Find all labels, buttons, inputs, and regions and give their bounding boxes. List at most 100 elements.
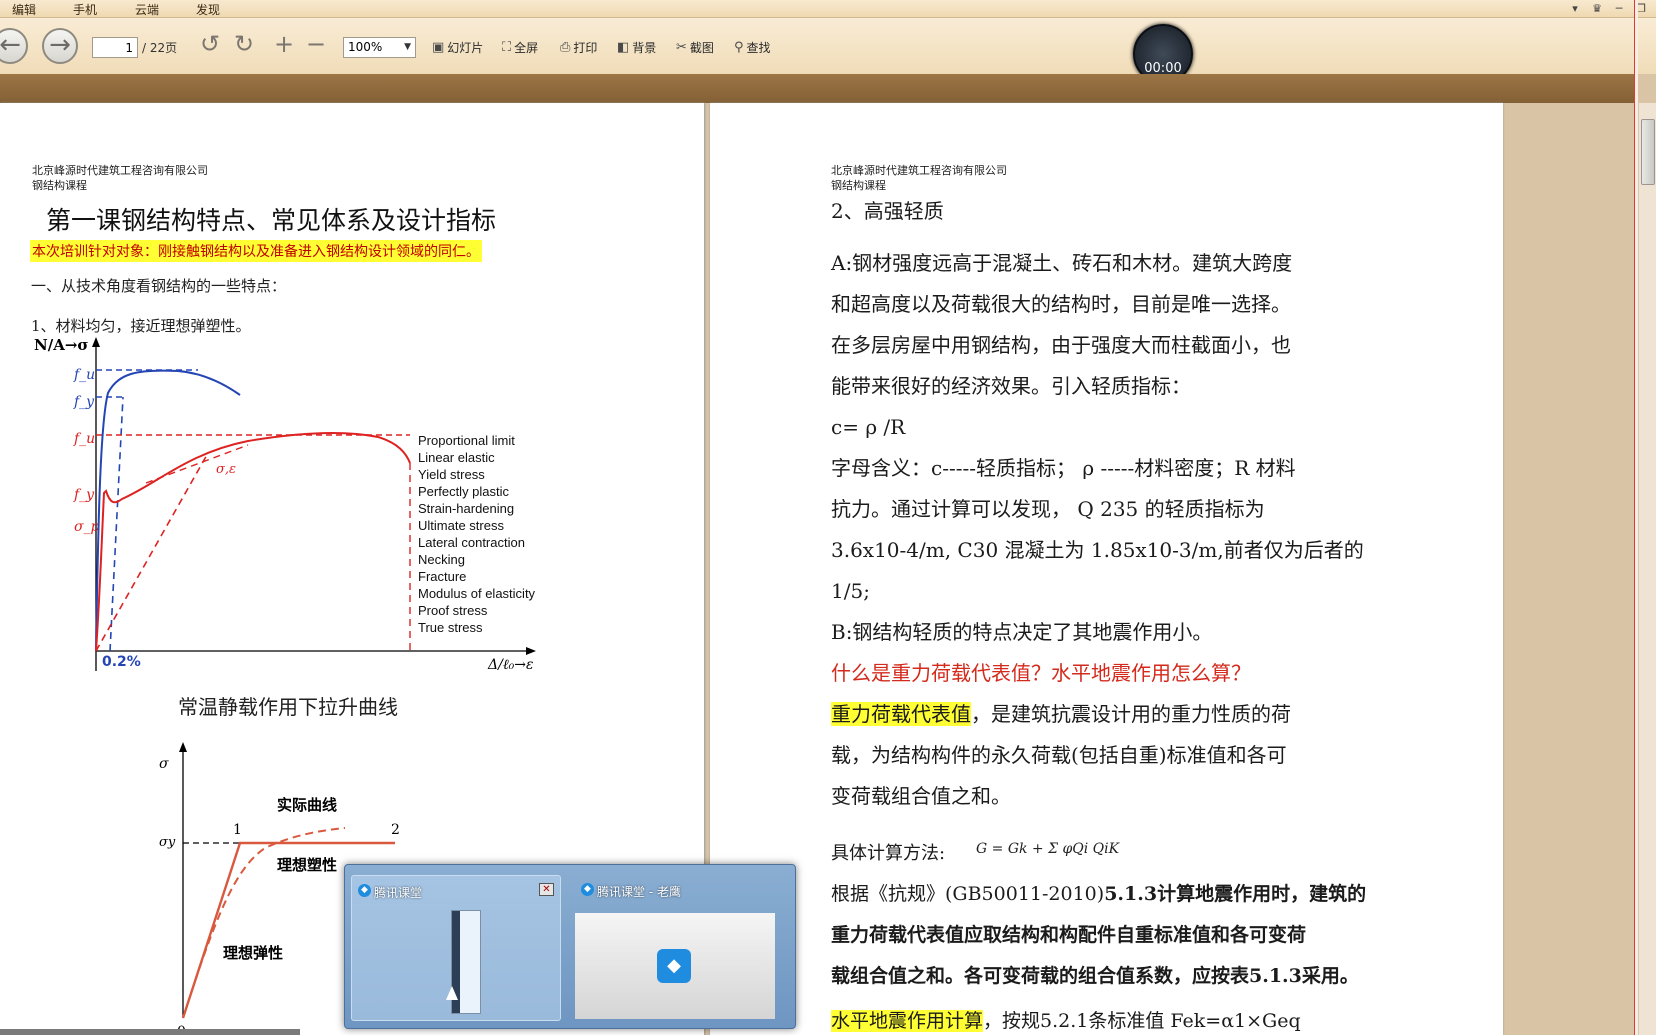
chart2-sigma-label: σ <box>159 756 169 772</box>
chart1-legend-item: Proportional limit <box>418 433 515 448</box>
chart1-legend-item: Necking <box>418 552 465 567</box>
section-heading: 一、从技术角度看钢结构的一些特点： <box>31 277 287 295</box>
chart1-x-label: Δ/ℓ₀→ε <box>487 657 534 673</box>
menu-edit[interactable]: 编辑 <box>6 1 42 18</box>
preview-window-title: 腾讯课堂 - 老鹰 <box>597 885 681 899</box>
paragraph-line: 抗力。通过计算可以发现， Q 235 的轻质指标为 <box>831 497 1265 521</box>
chart2-ideal-plastic-label: 理想塑性 <box>277 856 337 874</box>
paragraph-line: 字母含义：c-----轻质指标； ρ -----材料密度；R 材料 <box>831 456 1296 480</box>
chart2-actual-label: 实际曲线 <box>277 796 337 814</box>
chart1-y-label: N/A→σ <box>34 336 88 354</box>
zoom-value: 100% <box>348 40 383 54</box>
chart1-x-arrow <box>526 647 536 655</box>
definition-highlight: 重力荷载代表值 <box>831 702 971 726</box>
code-bold: 5.1.3计算地震作用时，建筑的 <box>1104 883 1367 905</box>
background-icon: ◧ <box>617 40 630 55</box>
chart2-y-arrow <box>179 742 187 752</box>
dropdown-icon[interactable]: ▾ <box>1568 2 1582 15</box>
paragraph-line: 能带来很好的经济效果。引入轻质指标： <box>831 374 1191 398</box>
lesson-title: 第一课钢结构特点、常见体系及设计指标 <box>46 206 497 235</box>
minimize-icon[interactable]: ─ <box>1612 2 1626 15</box>
slideshow-button[interactable]: ▣ 幻灯片 <box>432 39 483 56</box>
zoom-in-icon[interactable]: + <box>274 32 294 56</box>
formula-line: c= ρ /R <box>831 415 906 439</box>
menu-discover[interactable]: 发现 <box>190 1 226 18</box>
chart1-legend-item: Ultimate stress <box>418 518 504 533</box>
paragraph-line: 在多层房屋中用钢结构，由于强度大而柱截面小，也 <box>831 333 1291 357</box>
chart1-fy-blue: f_y <box>73 394 95 410</box>
horizontal-seismic-line: 水平地震作用计算，按规5.2.1条标准值 Fek=α1×Geq <box>831 1001 1391 1035</box>
screenshot-button[interactable]: ✂ 截图 <box>676 39 714 56</box>
search-icon: ⚲ <box>734 40 744 55</box>
chevron-down-icon: ▼ <box>404 42 411 52</box>
chart1-fy-red: f_y <box>73 487 95 503</box>
paragraph-line: 和超高度以及荷载很大的结构时，目前是唯一选择。 <box>831 292 1291 316</box>
skin-icon[interactable]: ♛ <box>1590 2 1604 15</box>
fullscreen-label: 全屏 <box>514 41 539 55</box>
scrollbar-thumb[interactable] <box>1641 119 1655 185</box>
paragraph-line: 3.6x10-4/m, C30 混凝土为 1.85x10-3/m,前者仅为后者的 <box>831 538 1364 562</box>
paragraph-line: 变荷载组合值之和。 <box>831 784 1011 808</box>
chart2-ideal-elastic-label: 理想弹性 <box>223 944 283 962</box>
zoom-out-icon[interactable]: − <box>306 32 326 56</box>
chart1-y-arrow <box>92 337 100 347</box>
horizontal-seismic-highlight: 水平地震作用计算 <box>831 1010 984 1032</box>
print-button[interactable]: ⎙ 打印 <box>560 39 597 56</box>
definition-rest: ，是建筑抗震设计用的重力性质的荷 <box>971 702 1291 726</box>
target-audience-highlight: 本次培训针对对象：刚接触钢结构以及准备进入钢结构设计领域的同仁。 <box>30 240 482 262</box>
code-line: 根据《抗规》(GB50011-2010)5.1.3计算地震作用时，建筑的 <box>831 874 1391 915</box>
question-line: 什么是重力荷载代表值？水平地震作用怎么算？ <box>831 661 1251 685</box>
chart1-legend-item: Perfectly plastic <box>418 484 510 499</box>
tencent-classroom-icon: ◆ <box>358 884 371 897</box>
taskbar-preview-window-2[interactable]: ◆ 腾讯课堂 - 老鹰 ◆ <box>575 875 785 1021</box>
close-icon[interactable]: ✕ <box>539 883 554 896</box>
chart-caption: 常温静载作用下拉升曲线 <box>178 695 398 719</box>
code-line: 重力荷载代表值应取结构和构配件自重标准值和各可变荷 <box>831 924 1307 946</box>
chart1-sigma-p: σ_p <box>74 519 100 535</box>
horizontal-seismic-rest: ，按规5.2.1条标准值 Fek=α1×Geq <box>983 1010 1301 1032</box>
page-number-input[interactable] <box>92 37 138 58</box>
background-button[interactable]: ◧ 背景 <box>617 39 656 56</box>
chart1-legend-item: True stress <box>418 620 483 635</box>
vertical-scrollbar[interactable] <box>1638 103 1656 1035</box>
forward-arrow-icon[interactable]: → <box>42 28 78 64</box>
fullscreen-icon: ⛶ <box>502 40 512 55</box>
code-line: 载组合值之和。各可变荷载的组合值系数，应按表5.1.3采用。 <box>831 965 1359 987</box>
find-button[interactable]: ⚲ 查找 <box>734 39 771 56</box>
paragraph-line: B:钢结构轻质的特点决定了其地震作用小。 <box>831 620 1213 644</box>
menu-cloud[interactable]: 云端 <box>129 1 165 18</box>
fullscreen-button[interactable]: ⛶ 全屏 <box>502 39 538 56</box>
background-label: 背景 <box>632 41 657 55</box>
preview-window-title: 腾讯课堂 <box>374 886 423 900</box>
window-preview-image: ◆ <box>575 913 775 1019</box>
chart1-legend-item: Lateral contraction <box>418 535 525 550</box>
rotate-right-icon[interactable]: ↻ <box>234 32 254 56</box>
code-prefix: 根据《抗规》(GB50011-2010) <box>831 883 1105 905</box>
menu-phone[interactable]: 手机 <box>67 1 103 18</box>
section-heading: 2、高强轻质 <box>831 199 944 223</box>
slideshow-icon: ▣ <box>432 40 445 55</box>
screenshot-label: 截图 <box>689 41 714 55</box>
rotate-left-icon[interactable]: ↺ <box>200 32 220 56</box>
chart1-fu-blue: f_u <box>73 367 95 383</box>
chart1-legend-item: Yield stress <box>418 467 485 482</box>
chart1-true-stress-curve <box>95 369 241 652</box>
paragraph-line: 1/5; <box>831 579 870 603</box>
back-arrow-icon[interactable]: ← <box>0 28 28 64</box>
page-header-company: 北京峰源时代建筑工程咨询有限公司 <box>831 164 1007 177</box>
document-page-right: 北京峰源时代建筑工程咨询有限公司 钢结构课程 2、高强轻质 A:钢材强度远高于混… <box>710 103 1503 1035</box>
tencent-classroom-logo-icon: ◆ <box>657 949 691 983</box>
zoom-select[interactable]: 100% ▼ <box>343 37 416 58</box>
chart1-fu-red: f_u <box>73 431 95 447</box>
toolbar-separator-bar <box>0 74 1634 103</box>
taskbar-preview-popup: ◆ 腾讯课堂 ✕ ◆ 腾讯课堂 - 老鹰 ◆ <box>344 864 796 1029</box>
chart1-engineering-curve <box>95 431 411 652</box>
gravity-formula: G = Gk + Σ φQi QiK <box>976 841 1120 857</box>
toolbar: ← → / 22页 ↺ ↻ + − 100% ▼ ▣幻灯片 ⛶全屏 ⎙打印 ◧背… <box>0 18 1656 84</box>
mouse-cursor-icon <box>446 986 458 1000</box>
print-label: 打印 <box>573 41 598 55</box>
page-header-company: 北京峰源时代建筑工程咨询有限公司 <box>32 164 208 177</box>
paragraph-line: A:钢材强度远高于混凝土、砖石和木材。建筑大跨度 <box>831 251 1293 275</box>
horizontal-scrollbar[interactable] <box>0 1029 300 1035</box>
chart1-legend-item: Modulus of elasticity <box>418 586 536 601</box>
